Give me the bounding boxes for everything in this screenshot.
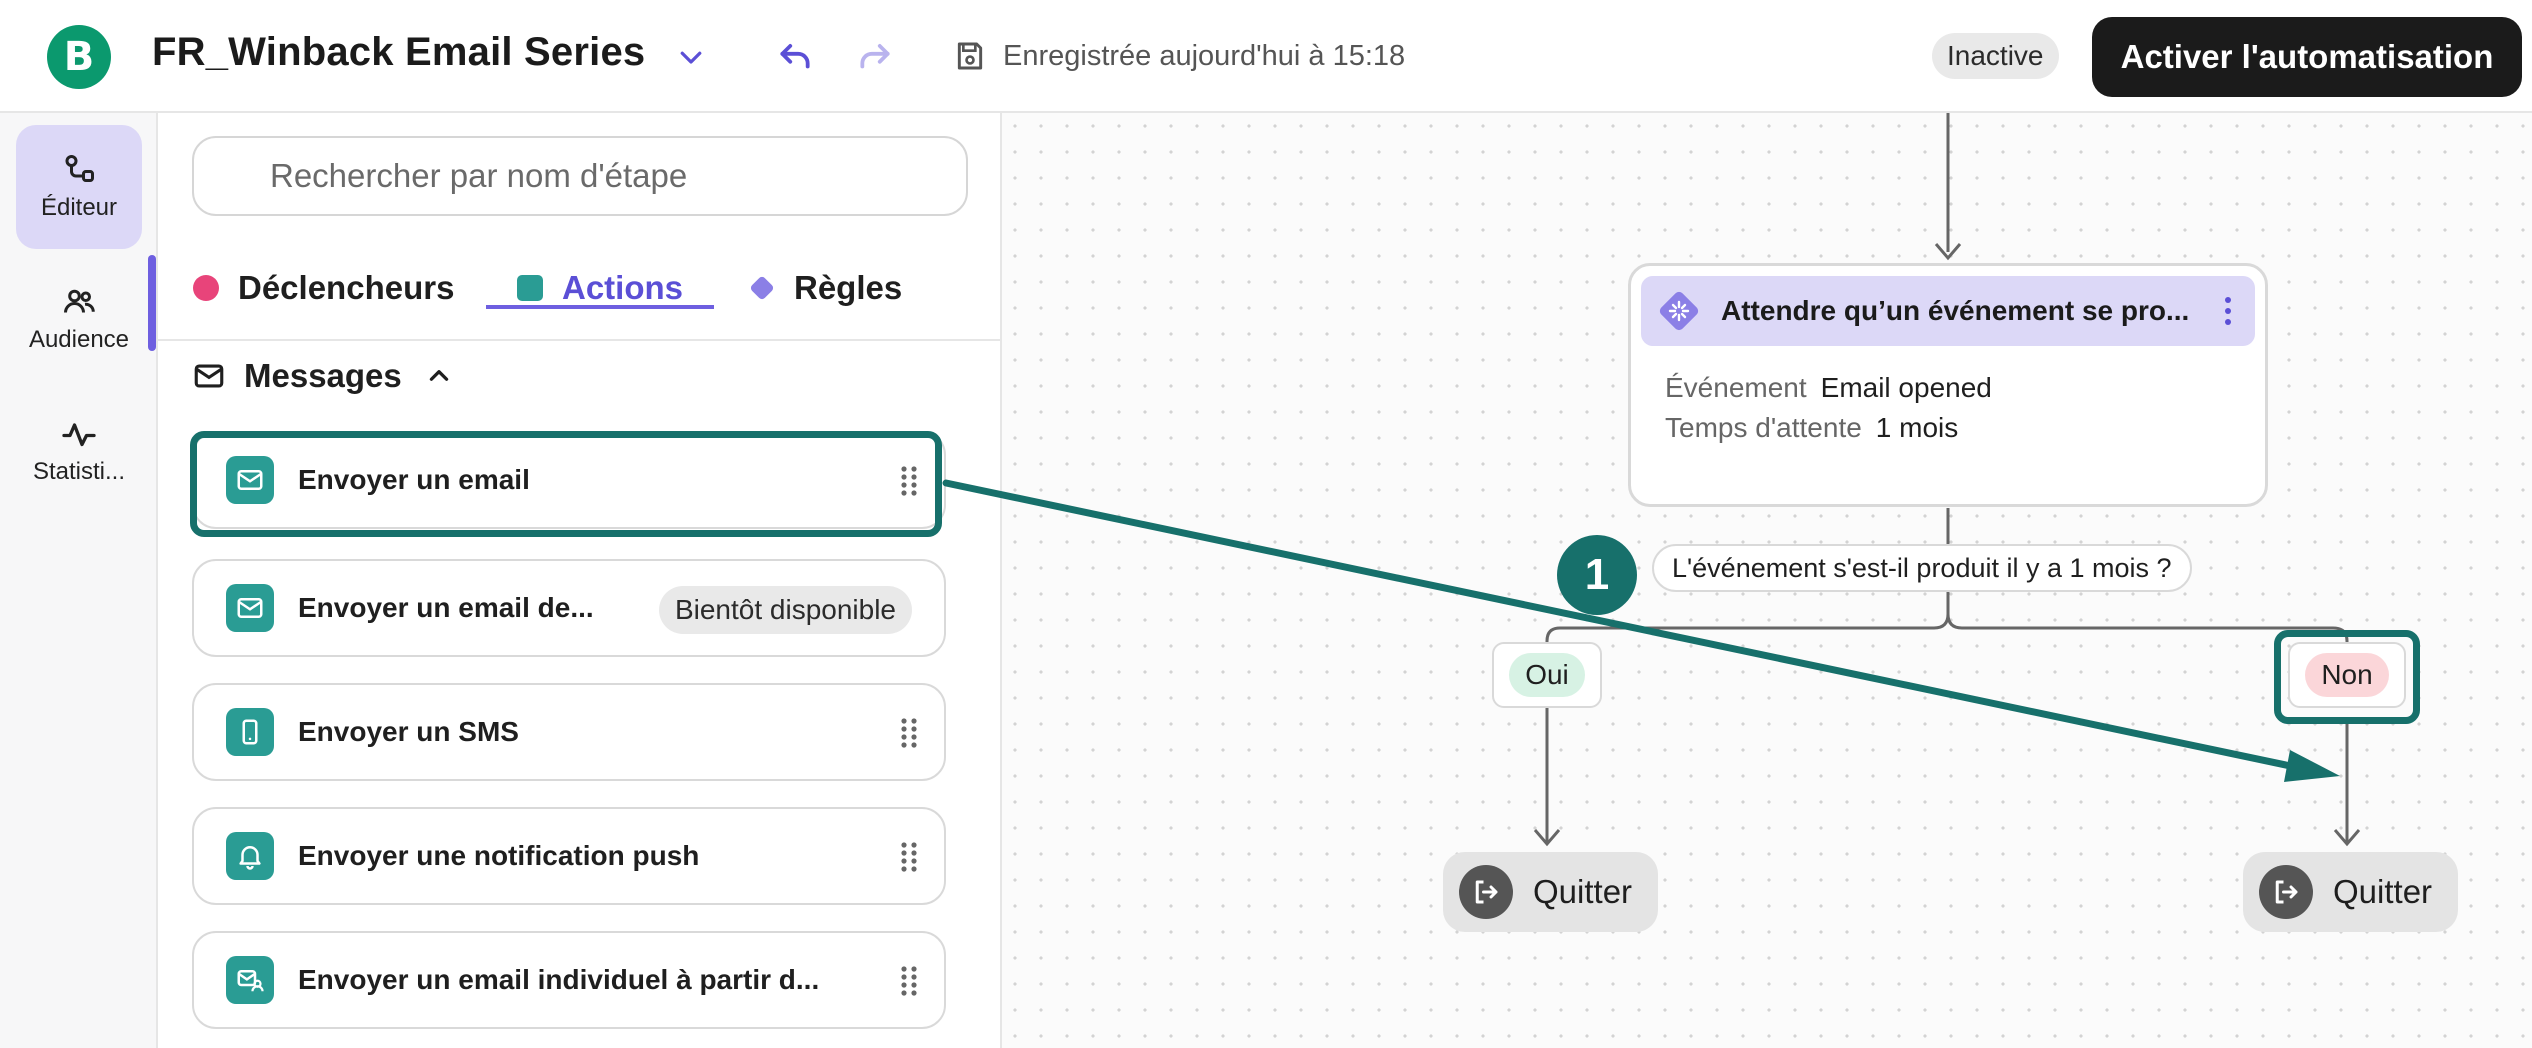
node-event-row: Événement Email opened: [1665, 372, 1992, 403]
card-label: Envoyer un email de...: [298, 592, 594, 623]
audience-icon: [64, 289, 95, 313]
exit-label: Quitter: [1533, 873, 1633, 910]
action-card-send-individual-email[interactable]: Envoyer un email individuel à partir d..…: [192, 931, 946, 1029]
undo-icon[interactable]: [776, 38, 814, 76]
mail-user-icon: [226, 956, 274, 1004]
rail-item-editor[interactable]: Éditeur: [16, 125, 142, 249]
save-status: Enregistrée aujourd'hui à 15:18: [1003, 40, 1406, 72]
redo-icon[interactable]: [856, 38, 894, 76]
tab-triggers[interactable]: Déclencheurs: [192, 263, 454, 313]
exit-node-yes[interactable]: Quitter: [1443, 852, 1659, 932]
exit-icon: [1459, 865, 1513, 919]
rule-diamond-icon: [750, 276, 774, 300]
rail-item-label: Éditeur: [40, 194, 118, 221]
condition-question: L'événement s'est-il produit il y a 1 mo…: [1652, 544, 2192, 592]
node-title: Attendre qu’un événement se pro...: [1721, 295, 2190, 326]
rail-item-label: Audience: [28, 326, 130, 353]
drag-handle-icon[interactable]: [900, 965, 918, 997]
exit-label: Quitter: [2333, 873, 2433, 910]
node-header[interactable]: Attendre qu’un événement se pro...: [1641, 276, 2255, 346]
more-vertical-icon[interactable]: [2223, 296, 2233, 326]
statistics-icon: [62, 423, 96, 447]
rail-item-statistics[interactable]: Statisti...: [16, 389, 142, 513]
automation-title[interactable]: FR_Winback Email Series: [152, 30, 645, 75]
highlight-send-email: [190, 431, 942, 537]
node-wait-row: Temps d'attente 1 mois: [1665, 412, 1959, 443]
rail-item-label: Statisti...: [32, 458, 126, 485]
card-label: Envoyer un SMS: [298, 716, 519, 747]
activate-automation-button[interactable]: Activer l'automatisation: [2092, 17, 2522, 97]
drag-handle-icon[interactable]: [900, 841, 918, 873]
chevron-up-icon[interactable]: [426, 363, 452, 389]
brevo-logo[interactable]: B: [47, 25, 111, 89]
exit-node-no[interactable]: Quitter: [2243, 852, 2459, 932]
coming-soon-badge: Bientôt disponible: [658, 586, 912, 634]
card-label: Envoyer un email individuel à partir d..…: [298, 964, 820, 995]
tab-rules[interactable]: Règles: [748, 263, 902, 313]
highlight-branch-no: [2274, 630, 2420, 724]
action-card-send-push[interactable]: Envoyer une notification push: [192, 807, 946, 905]
wait-for-event-node[interactable]: Attendre qu’un événement se pro... Événe…: [1628, 263, 2268, 507]
editor-icon: [65, 155, 94, 182]
chevron-down-icon[interactable]: [676, 42, 706, 72]
mail-outline-icon: [194, 364, 224, 388]
phone-icon: [226, 708, 274, 756]
steps-panel: Rechercher par nom d'étape Déclencheurs …: [158, 113, 1002, 1048]
action-card-send-email-template[interactable]: Envoyer un email de... Bientôt disponibl…: [192, 559, 946, 657]
exit-icon: [2259, 865, 2313, 919]
branch-yes-label: Oui: [1509, 653, 1585, 697]
bell-icon: [226, 832, 274, 880]
mail-icon: [226, 584, 274, 632]
active-indicator: [148, 255, 156, 351]
category-tabs: Déclencheurs Actions Règles: [158, 243, 1002, 341]
action-square-icon: [517, 275, 543, 301]
branch-yes[interactable]: Oui: [1492, 642, 1602, 708]
action-card-send-sms[interactable]: Envoyer un SMS: [192, 683, 946, 781]
search-input[interactable]: Rechercher par nom d'étape: [192, 136, 968, 216]
step-number-badge: 1: [1557, 535, 1637, 615]
active-tab-underline: [486, 305, 714, 309]
messages-section-header[interactable]: Messages: [192, 357, 452, 395]
save-icon: [957, 42, 983, 70]
rail-item-audience[interactable]: Audience: [16, 257, 142, 381]
top-bar: B FR_Winback Email Series Enregistrée au…: [0, 0, 2532, 113]
drag-handle-icon[interactable]: [900, 717, 918, 749]
trigger-dot-icon: [193, 275, 219, 301]
card-label: Envoyer une notification push: [298, 840, 700, 871]
status-badge: Inactive: [1932, 33, 2059, 79]
nav-rail: Éditeur Audience Statisti...: [0, 113, 158, 1048]
rule-diamond-icon: [1659, 291, 1699, 331]
